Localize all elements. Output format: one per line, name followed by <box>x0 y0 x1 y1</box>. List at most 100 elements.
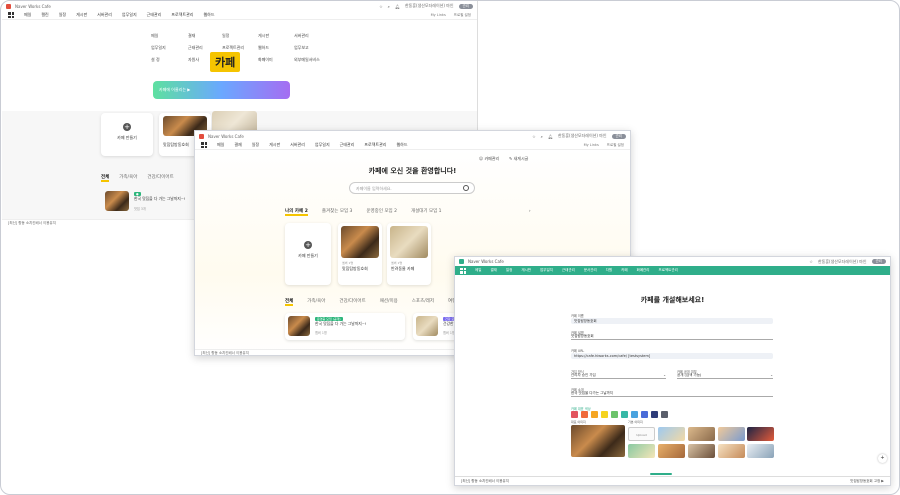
bell-icon[interactable]: 🔔︎ <box>548 134 553 139</box>
preset-image[interactable] <box>658 444 685 458</box>
create-cafe-card[interactable]: + 카페 만들기 <box>285 223 331 285</box>
star-icon[interactable]: ☆ <box>379 4 383 9</box>
menu-item[interactable]: 결재 <box>188 33 195 39</box>
admin-pill[interactable]: 관리 <box>611 133 626 139</box>
cafe-url-input[interactable]: https://cafe.hiworks.com/cafe/ [testsyst… <box>571 353 773 359</box>
cafe-desc-input[interactable]: 맛집탐방동호회 <box>571 334 773 340</box>
my-links[interactable]: My Links <box>431 13 446 18</box>
join-method-select[interactable]: 관리자 승인 가입 ⌄ <box>571 373 666 379</box>
color-swatch[interactable] <box>591 411 598 418</box>
selected-cover-image[interactable] <box>571 425 625 457</box>
user-name[interactable]: 한동훈(생산모더레이션) 마인 <box>558 133 607 139</box>
new-post-link[interactable]: ✎ 새게시글 <box>509 156 528 162</box>
profile-settings[interactable]: 프로필 설정 <box>454 13 471 18</box>
nav-item[interactable]: 프로젝트관리 <box>171 12 193 18</box>
preset-image[interactable] <box>718 427 745 441</box>
tab-health[interactable]: 건강/다이어트 <box>147 174 173 182</box>
nav-item[interactable]: 메일 <box>475 268 481 273</box>
create-cafe-card[interactable]: + 카페 만들기 <box>101 113 153 156</box>
preset-image[interactable] <box>688 427 715 441</box>
notice-footer[interactable]: [최신] 향동 소치킨배너 이용유지 맛집탐방동호회 고정 ▶ <box>455 476 890 485</box>
profile-settings[interactable]: 프로필 설정 <box>607 143 624 148</box>
upload-button[interactable]: Upload <box>628 427 655 441</box>
admin-pill[interactable]: 관리 <box>458 3 473 9</box>
admin-pill[interactable]: 관리 <box>871 259 886 264</box>
color-swatch[interactable] <box>571 411 578 418</box>
menu-item[interactable]: 자원사 <box>188 57 199 63</box>
nav-item[interactable]: 일정 <box>59 12 66 18</box>
menu-item[interactable]: 서버관리 <box>294 33 309 39</box>
preset-image[interactable] <box>718 444 745 458</box>
add-button[interactable]: + <box>878 454 887 463</box>
nav-item[interactable]: 서버관리 <box>290 142 305 148</box>
menu-item[interactable]: 업무보고 <box>294 45 309 51</box>
preset-image[interactable] <box>747 427 774 441</box>
nav-item[interactable]: 일정 <box>506 268 512 273</box>
star-icon[interactable]: ☆ <box>809 259 813 264</box>
cafe-admin-link[interactable]: ☺ 카페관리 <box>479 156 499 162</box>
nav-item[interactable]: 캘린 <box>41 12 48 18</box>
nav-item[interactable]: 메일 <box>217 142 224 148</box>
star-icon[interactable]: ☆ <box>532 134 536 139</box>
nav-item[interactable]: 업무일지 <box>540 268 553 273</box>
menu-item[interactable]: 화폐이미 <box>258 57 273 63</box>
menu-item[interactable]: 프로젝트관리 <box>222 45 244 51</box>
tab-operating[interactable]: 운영중인 모임 2 <box>366 208 397 216</box>
my-links[interactable]: My Links <box>584 143 599 148</box>
nav-item[interactable]: 근태관리 <box>147 12 162 18</box>
apps-grid-icon[interactable] <box>8 12 14 18</box>
color-swatch[interactable] <box>601 411 608 418</box>
cafe-card[interactable]: 멤버 1명 맛집탐방동호회 <box>338 223 382 285</box>
visibility-select[interactable]: 공개 (검색 가능) ⌄ <box>677 373 773 379</box>
search-icon[interactable]: ⌕ <box>388 4 390 9</box>
nav-item[interactable]: 근태관리 <box>340 142 355 148</box>
tab-sports[interactable]: 스포츠/레저 <box>412 298 434 306</box>
nav-item[interactable]: 일정 <box>252 142 259 148</box>
preset-image[interactable] <box>658 427 685 441</box>
color-swatch[interactable] <box>581 411 588 418</box>
user-name[interactable]: 한동훈(생산모더레이션) 마인 <box>818 259 867 265</box>
nav-item[interactable]: 웹하드 <box>396 142 407 148</box>
cafe-menu-highlight[interactable]: 카페 <box>210 52 241 72</box>
nav-item[interactable]: 프로젝트관리 <box>364 142 386 148</box>
tab-my-cafe[interactable]: 나의 카페 2 <box>285 208 308 216</box>
search-icon[interactable] <box>463 185 469 191</box>
nav-item[interactable]: 결재 <box>234 142 241 148</box>
tab-all[interactable]: 전체 <box>285 298 294 306</box>
color-swatch[interactable] <box>631 411 638 418</box>
nav-item[interactable]: 서버관리 <box>97 12 112 18</box>
menu-item[interactable]: 업무일지 <box>151 45 166 51</box>
cafe-intro-input[interactable]: 한국 맛집을 다가는 그날까지 <box>571 391 773 397</box>
nav-item[interactable]: 문서관리 <box>584 268 597 273</box>
list-item[interactable]: ● 한국 맛집을 다 가는 그날까지~! 맛집 3개 <box>105 191 185 211</box>
menu-item[interactable]: 근태관리 <box>188 45 203 51</box>
color-swatch[interactable] <box>661 411 668 418</box>
cafe-card[interactable]: 멤버 1명 반려동물 카페 <box>387 223 431 285</box>
next-arrow-icon[interactable]: › <box>529 208 531 213</box>
search-icon[interactable]: ⌕ <box>541 134 543 139</box>
tab-family[interactable]: 가족/육아 <box>307 298 325 306</box>
color-swatch[interactable] <box>641 411 648 418</box>
apps-grid-icon[interactable] <box>460 267 466 274</box>
tab-health[interactable]: 건강/다이어트 <box>339 298 365 306</box>
color-swatch[interactable] <box>621 411 628 418</box>
menu-item[interactable]: 설 정 <box>151 57 160 63</box>
menu-item[interactable]: 외부메일서비스 <box>294 57 320 63</box>
menu-item[interactable]: 메일 <box>151 33 158 39</box>
nav-item[interactable]: 게시판 <box>521 268 531 273</box>
preset-image[interactable] <box>747 444 774 458</box>
promo-banner[interactable]: 카페에 어울리는 ▶ <box>153 81 290 99</box>
nav-item[interactable]: 카페 <box>621 268 627 273</box>
footer-right-link[interactable]: 맛집탐방동호회 고정 ▶ <box>850 479 884 484</box>
bell-icon[interactable]: 🔔︎ <box>395 4 400 9</box>
list-item[interactable]: 운영중 모임 (공개) 한국 맛집을 다 가는 그날까지~! 멤버 1명 <box>285 313 405 340</box>
color-swatch[interactable] <box>651 411 658 418</box>
cafe-search-input[interactable]: 카페이름 입력하세요. <box>349 182 475 194</box>
nav-item[interactable]: 근태관리 <box>562 268 575 273</box>
tab-fashion[interactable]: 패션/미용 <box>380 298 398 306</box>
tab-family[interactable]: 가족/육아 <box>119 174 137 182</box>
preset-image[interactable] <box>628 444 655 458</box>
menu-item[interactable]: 일정 <box>222 33 229 39</box>
user-name[interactable]: 한동훈(생산모더레이션) 마인 <box>405 3 454 9</box>
nav-item[interactable]: 게시판 <box>76 12 87 18</box>
